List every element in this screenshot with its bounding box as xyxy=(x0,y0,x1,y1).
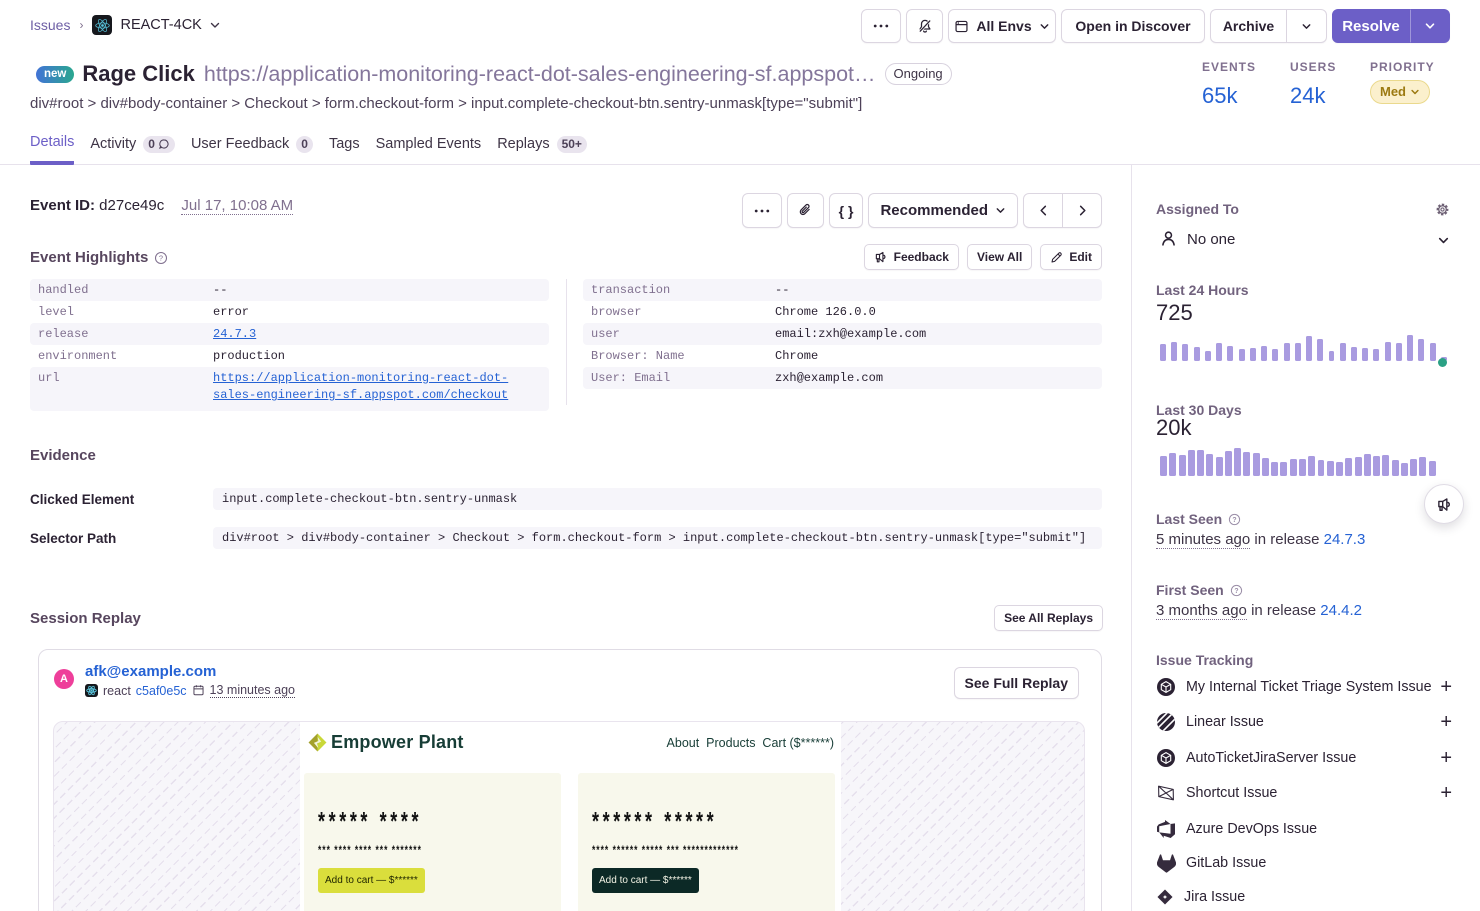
svg-text:?: ? xyxy=(159,253,163,262)
svg-text:?: ? xyxy=(1234,587,1238,594)
svg-text:?: ? xyxy=(1233,516,1237,523)
